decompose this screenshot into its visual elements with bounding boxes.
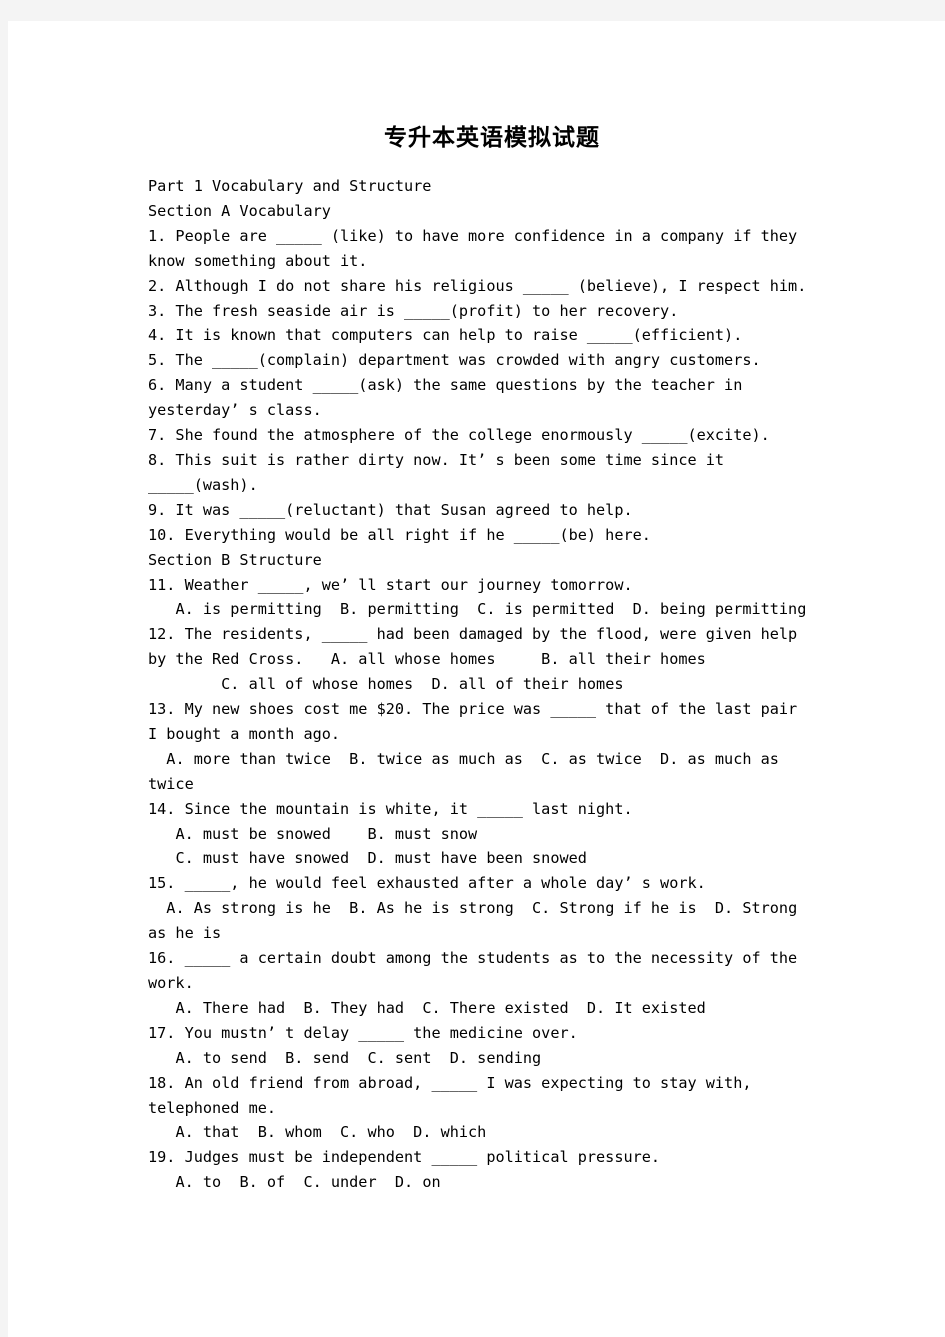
text-line: A. more than twice B. twice as much as C… [148,749,779,768]
text-line: A. is permitting B. permitting C. is per… [148,600,807,619]
text-line: A. must be snowed B. must snow [148,824,478,843]
text-line: C. must have snowed D. must have been sn… [148,849,587,868]
document-body: Part 1 Vocabulary and Structure Section A… [148,174,836,1195]
text-line: telephoned me. [148,1098,277,1117]
text-line: 5. The _____(complain) department was cr… [148,351,761,370]
text-line: Part 1 Vocabulary and Structure [148,177,432,195]
text-line: Section A Vocabulary [148,201,331,220]
text-line: A. There had B. They had C. There existe… [148,998,706,1017]
text-line: 19. Judges must be independent _____ pol… [148,1148,661,1167]
text-line: 17. You mustn’ t delay _____ the medicin… [148,1023,578,1042]
text-line: 1. People are _____ (like) to have more … [148,226,798,245]
text-line: 12. The residents, _____ had been damage… [148,625,798,644]
text-line: 8. This suit is rather dirty now. It’ s … [148,450,725,469]
text-line: Section B Structure [148,550,322,569]
text-line: C. all of whose homes D. all of their ho… [148,675,624,694]
text-line: 7. She found the atmosphere of the colle… [148,426,770,445]
text-line: yesterday’ s class. [148,401,322,420]
text-line: 16. _____ a certain doubt among the stud… [148,949,798,968]
text-line: I bought a month ago. [148,724,341,743]
text-line: by the Red Cross. A. all whose homes B. … [148,650,706,669]
text-line: _____(wash). [148,475,258,494]
text-line: know something about it. [148,251,368,270]
text-line: 10. Everything would be all right if he … [148,525,651,544]
text-line: twice [148,774,194,793]
text-line: A. that B. whom C. who D. which [148,1123,487,1142]
document-content: 专升本英语模拟试题 Part 1 Vocabulary and Structur… [148,118,836,1195]
text-line: 4. It is known that computers can help t… [148,326,743,345]
text-line: 9. It was _____(reluctant) that Susan ag… [148,500,633,519]
text-line: 3. The fresh seaside air is _____(profit… [148,301,679,320]
text-line: 13. My new shoes cost me $20. The price … [148,700,798,719]
text-line: A. to B. of C. under D. on [148,1173,441,1192]
text-line: 11. Weather _____, we’ ll start our jour… [148,575,633,594]
page-title: 专升本英语模拟试题 [384,124,600,151]
document-page: 专升本英语模拟试题 Part 1 Vocabulary and Structur… [8,21,945,1337]
text-line: 15. _____, he would feel exhausted after… [148,874,706,893]
text-line: work. [148,974,194,992]
text-line: A. to send B. send C. sent D. sending [148,1048,542,1067]
text-line: 6. Many a student _____(ask) the same qu… [148,376,743,395]
text-line: 18. An old friend from abroad, _____ I w… [148,1073,752,1092]
text-line: 14. Since the mountain is white, it ____… [148,799,633,818]
text-line: 2. Although I do not share his religious… [148,276,807,295]
text-line: as he is [148,924,222,943]
text-line: A. As strong is he B. As he is strong C.… [148,899,798,918]
